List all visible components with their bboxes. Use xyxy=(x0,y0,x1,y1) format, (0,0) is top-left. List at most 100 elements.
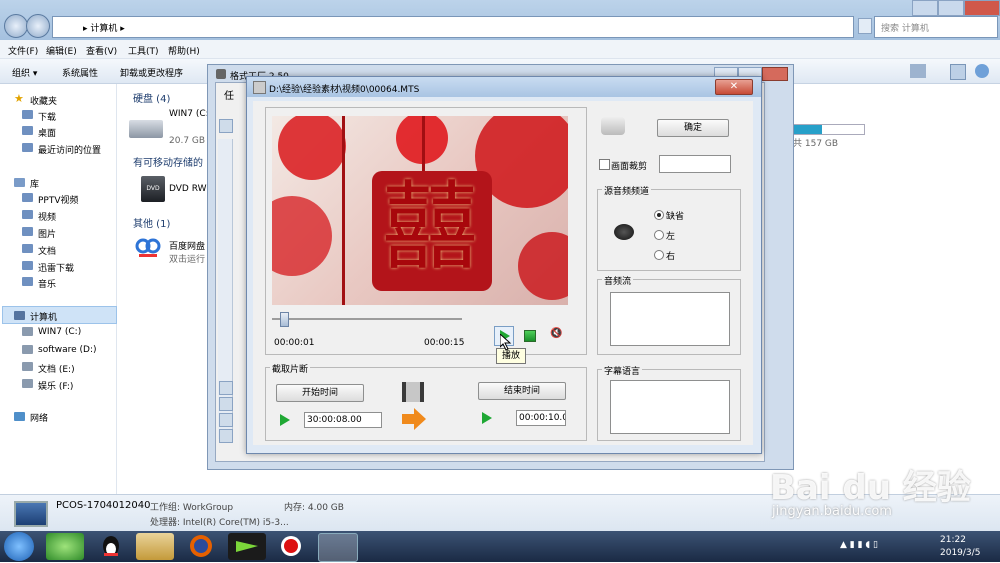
ff-side-icon-1[interactable] xyxy=(219,381,233,395)
favorites-header[interactable]: 收藏夹 xyxy=(30,94,57,107)
drive-usage-bar xyxy=(793,124,865,135)
ff-close-button[interactable] xyxy=(762,67,788,81)
radio-default[interactable] xyxy=(654,210,664,220)
video-icon xyxy=(22,210,33,219)
crop-checkbox[interactable] xyxy=(599,159,610,170)
library-header[interactable]: 库 xyxy=(30,177,39,190)
system-properties-button[interactable]: 系统属性 xyxy=(62,66,98,79)
baidu-netdisk-icon[interactable] xyxy=(135,238,161,258)
computer-header[interactable]: 计算机 xyxy=(30,310,57,323)
sidebar-item-video[interactable]: 视频 xyxy=(38,210,56,223)
taskbar-firefox-icon[interactable] xyxy=(182,533,220,560)
dvd-name[interactable]: DVD RW xyxy=(169,184,207,194)
baidu-netdisk-name[interactable]: 百度网盘 xyxy=(169,239,205,252)
menu-edit[interactable]: 编辑(E) xyxy=(46,44,77,57)
taskbar-record-icon[interactable] xyxy=(272,533,310,560)
confirm-button[interactable]: 确定 xyxy=(657,119,729,137)
mute-icon[interactable]: 🔇 xyxy=(550,328,562,339)
uninstall-button[interactable]: 卸载或更改程序 xyxy=(120,66,183,79)
menu-view[interactable]: 查看(V) xyxy=(86,44,117,57)
seek-thumb[interactable] xyxy=(280,312,289,327)
group-disk[interactable]: 硬盘 (4) xyxy=(133,90,170,105)
address-bar[interactable]: ▸ 计算机 ▸ xyxy=(52,16,854,38)
sidebar-item-pptv[interactable]: PPTV视频 xyxy=(38,193,79,206)
close-button[interactable] xyxy=(964,0,1000,16)
sidebar-item-xunlei[interactable]: 迅雷下载 xyxy=(38,261,74,274)
radio-left[interactable] xyxy=(654,230,664,240)
clock-time[interactable]: 21:22 xyxy=(940,535,966,545)
cpu: 处理器: Intel(R) Core(TM) i5-3... xyxy=(150,518,289,528)
taskbar-media-icon[interactable] xyxy=(228,533,266,560)
download-icon xyxy=(22,110,33,119)
memory: 内存: 4.00 GB xyxy=(284,503,344,513)
start-button[interactable] xyxy=(4,532,34,561)
dvd-icon[interactable]: DVD xyxy=(141,176,165,202)
ff-side-icon-2[interactable] xyxy=(219,397,233,411)
sidebar-item-drive-d[interactable]: software (D:) xyxy=(38,345,97,355)
sidebar-item-drive-f[interactable]: 娱乐 (F:) xyxy=(38,379,73,392)
tray-icons[interactable]: ▲ ▮ ▮ ◖ ▯ xyxy=(840,540,920,552)
dialog-body: 囍 00:00:01 00:00:15 🔇 播放 确定 画面裁剪 源音频频道 缺… xyxy=(253,101,753,445)
ff-side-icon-top[interactable] xyxy=(219,119,233,133)
sidebar-item-music[interactable]: 音乐 xyxy=(38,277,56,290)
taskbar-app-360-icon[interactable] xyxy=(46,533,84,560)
end-time-input[interactable]: 00:00:10.00 xyxy=(516,410,566,426)
tooltip-play: 播放 xyxy=(496,348,526,364)
group-other[interactable]: 其他 (1) xyxy=(133,215,170,230)
back-button[interactable] xyxy=(4,14,28,38)
taskbar-format-factory-icon[interactable] xyxy=(318,533,358,562)
maximize-button[interactable] xyxy=(938,0,964,16)
menu-bar: 文件(F) 编辑(E) 查看(V) 工具(T) 帮助(H) xyxy=(0,40,1000,59)
view-options-icon[interactable] xyxy=(910,64,926,78)
drive-icon[interactable] xyxy=(129,120,163,138)
drive-c-name[interactable]: WIN7 (C:) xyxy=(169,109,212,119)
network-header[interactable]: 网络 xyxy=(30,411,48,424)
clock-date[interactable]: 2019/3/5 xyxy=(940,548,980,558)
sidebar-item-recent[interactable]: 最近访问的位置 xyxy=(38,143,101,156)
watermark-url: jingyan.baidu.com xyxy=(772,504,892,519)
menu-file[interactable]: 文件(F) xyxy=(8,44,38,57)
preview-pane-icon[interactable] xyxy=(950,64,966,80)
sidebar-item-desktop[interactable]: 桌面 xyxy=(38,126,56,139)
video-preview[interactable]: 囍 xyxy=(272,116,568,305)
start-time-input[interactable]: 30:00:08.00 xyxy=(304,412,382,428)
taskbar-folder-icon[interactable] xyxy=(136,533,174,560)
mouse-cursor-icon xyxy=(500,334,512,350)
sidebar-item-drive-c[interactable]: WIN7 (C:) xyxy=(38,327,81,337)
play-end-icon[interactable] xyxy=(482,412,492,424)
radio-right[interactable] xyxy=(654,250,664,260)
minimize-button[interactable] xyxy=(912,0,938,16)
audio-channel-title: 源音频频道 xyxy=(602,184,652,197)
app-icon xyxy=(216,69,226,79)
sidebar-item-drive-e[interactable]: 文档 (E:) xyxy=(38,362,75,375)
seek-track[interactable] xyxy=(272,318,462,320)
menu-help[interactable]: 帮助(H) xyxy=(168,44,200,57)
explorer-title-bar: ▸ 计算机 ▸ 搜索 计算机 xyxy=(0,0,1000,40)
play-start-icon[interactable] xyxy=(280,414,290,426)
recent-icon xyxy=(22,143,33,152)
sidebar-item-documents[interactable]: 文档 xyxy=(38,244,56,257)
camera-icon xyxy=(601,117,625,135)
crop-input[interactable] xyxy=(659,155,731,173)
subtitle-list[interactable] xyxy=(610,380,730,434)
dialog-close-button[interactable]: ✕ xyxy=(715,79,753,95)
search-input[interactable]: 搜索 计算机 xyxy=(874,16,998,38)
stop-icon[interactable] xyxy=(524,330,536,342)
workgroup: 工作组: WorkGroup xyxy=(150,503,234,513)
help-icon[interactable] xyxy=(975,64,989,78)
forward-button[interactable] xyxy=(26,14,50,38)
ff-side-icon-4[interactable] xyxy=(219,429,233,443)
ff-side-icon-3[interactable] xyxy=(219,413,233,427)
refresh-icon[interactable] xyxy=(858,18,872,34)
radio-left-label: 左 xyxy=(666,232,676,242)
video-settings-dialog: D:\经验\经验素材\视频0\00064.MTS ✕ 囍 00:00:01 00… xyxy=(246,76,762,454)
menu-tools[interactable]: 工具(T) xyxy=(128,44,159,57)
organize-button[interactable]: 组织 ▾ xyxy=(12,66,37,79)
sidebar-item-download[interactable]: 下载 xyxy=(38,110,56,123)
taskbar-qq-icon[interactable] xyxy=(92,533,130,560)
group-removable[interactable]: 有可移动存储的 xyxy=(133,154,203,169)
end-time-button[interactable]: 结束时间 xyxy=(478,382,566,400)
sidebar-item-pictures[interactable]: 图片 xyxy=(38,227,56,240)
start-time-button[interactable]: 开始时间 xyxy=(276,384,364,402)
audio-stream-list[interactable] xyxy=(610,292,730,346)
